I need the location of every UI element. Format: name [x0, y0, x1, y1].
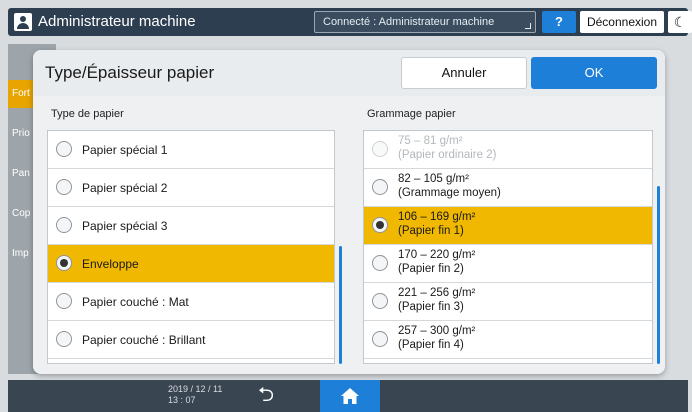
option-label: Papier spécial 2	[82, 181, 168, 195]
option-label: Papier couché : Mat	[82, 295, 189, 309]
top-title: Administrateur machine	[38, 13, 196, 30]
paper-type-option[interactable]: Papier couché : Brillant	[48, 321, 334, 359]
option-label: Papier couché : Brillant	[82, 333, 206, 347]
help-button[interactable]: ?	[542, 11, 576, 33]
paper-weight-option[interactable]: 221 – 256 g/m² (Papier fin 3)	[364, 283, 652, 321]
top-bar: Administrateur machine Connecté : Admini…	[8, 8, 692, 36]
option-label: Enveloppe	[82, 257, 139, 271]
back-arrow-icon: ⮌	[257, 384, 275, 406]
date-text: 2019 / 12 / 11	[168, 384, 223, 394]
paper-type-option[interactable]: Papier couché : Mat	[48, 283, 334, 321]
radio-button[interactable]	[56, 179, 72, 195]
radio-button[interactable]	[56, 217, 72, 233]
option-label: 82 – 105 g/m² (Grammage moyen)	[398, 173, 501, 199]
logout-button[interactable]: Déconnexion	[580, 11, 664, 33]
radio-button-checked[interactable]	[56, 255, 72, 271]
paper-type-option[interactable]: Papier spécial 3	[48, 207, 334, 245]
radio-button-checked[interactable]	[372, 217, 388, 233]
paper-type-option-selected[interactable]: Enveloppe	[48, 245, 334, 283]
option-label: Papier spécial 1	[82, 143, 168, 157]
paper-weight-option-selected[interactable]: 106 – 169 g/m² (Papier fin 1)	[364, 207, 652, 245]
paper-type-option[interactable]: Papier spécial 1	[48, 131, 334, 169]
paper-weight-list[interactable]: 75 – 81 g/m² (Papier ordinaire 2) 82 – 1…	[363, 130, 653, 364]
energy-saver-button[interactable]: ☾	[668, 11, 692, 33]
home-icon	[341, 388, 359, 404]
paper-weight-heading: Grammage papier	[367, 108, 456, 120]
paper-weight-option[interactable]: 82 – 105 g/m² (Grammage moyen)	[364, 169, 652, 207]
radio-button	[372, 141, 388, 157]
option-label: Papier spécial 3	[82, 219, 168, 233]
radio-button[interactable]	[56, 331, 72, 347]
radio-button[interactable]	[372, 179, 388, 195]
paper-type-dialog: Type/Épaisseur papier Annuler OK Type de…	[33, 50, 665, 374]
home-button[interactable]	[320, 380, 380, 412]
radio-button[interactable]	[56, 293, 72, 309]
radio-button[interactable]	[372, 255, 388, 271]
option-label: 106 – 169 g/m² (Papier fin 1)	[398, 211, 476, 237]
option-label: 221 – 256 g/m² (Papier fin 3)	[398, 287, 476, 313]
dialog-title: Type/Épaisseur papier	[45, 63, 215, 82]
paper-weight-option-disabled: 75 – 81 g/m² (Papier ordinaire 2)	[364, 131, 652, 169]
radio-button[interactable]	[372, 293, 388, 309]
bottom-bar: 2019 / 12 / 11 13 : 07 ⮌	[8, 380, 688, 412]
paper-weight-option[interactable]: 170 – 220 g/m² (Papier fin 2)	[364, 245, 652, 283]
paper-type-option[interactable]: Papier spécial 2	[48, 169, 334, 207]
time-text: 13 : 07	[168, 395, 196, 405]
paper-type-list[interactable]: Papier spécial 1 Papier spécial 2 Papier…	[47, 130, 335, 364]
paper-type-heading: Type de papier	[51, 108, 124, 120]
paper-weight-option[interactable]: 257 – 300 g/m² (Papier fin 4)	[364, 321, 652, 359]
login-status-field[interactable]: Connecté : Administrateur machine	[314, 11, 536, 33]
option-label: 170 – 220 g/m² (Papier fin 2)	[398, 249, 476, 275]
radio-button[interactable]	[372, 331, 388, 347]
date-time: 2019 / 12 / 11 13 : 07	[168, 384, 222, 406]
dialog-header: Type/Épaisseur papier Annuler OK	[33, 50, 665, 96]
user-icon	[14, 13, 32, 31]
moon-icon: ☾	[673, 14, 687, 30]
screen: Administrateur machine Connecté : Admini…	[0, 0, 692, 412]
option-label: 257 – 300 g/m² (Papier fin 4)	[398, 325, 476, 351]
ok-button[interactable]: OK	[531, 57, 657, 89]
option-label: 75 – 81 g/m² (Papier ordinaire 2)	[398, 135, 497, 161]
paper-weight-scrollbar[interactable]	[657, 186, 660, 364]
back-button[interactable]: ⮌	[244, 383, 288, 409]
cancel-button[interactable]: Annuler	[401, 57, 527, 89]
paper-type-scrollbar[interactable]	[339, 246, 342, 364]
radio-button[interactable]	[56, 141, 72, 157]
